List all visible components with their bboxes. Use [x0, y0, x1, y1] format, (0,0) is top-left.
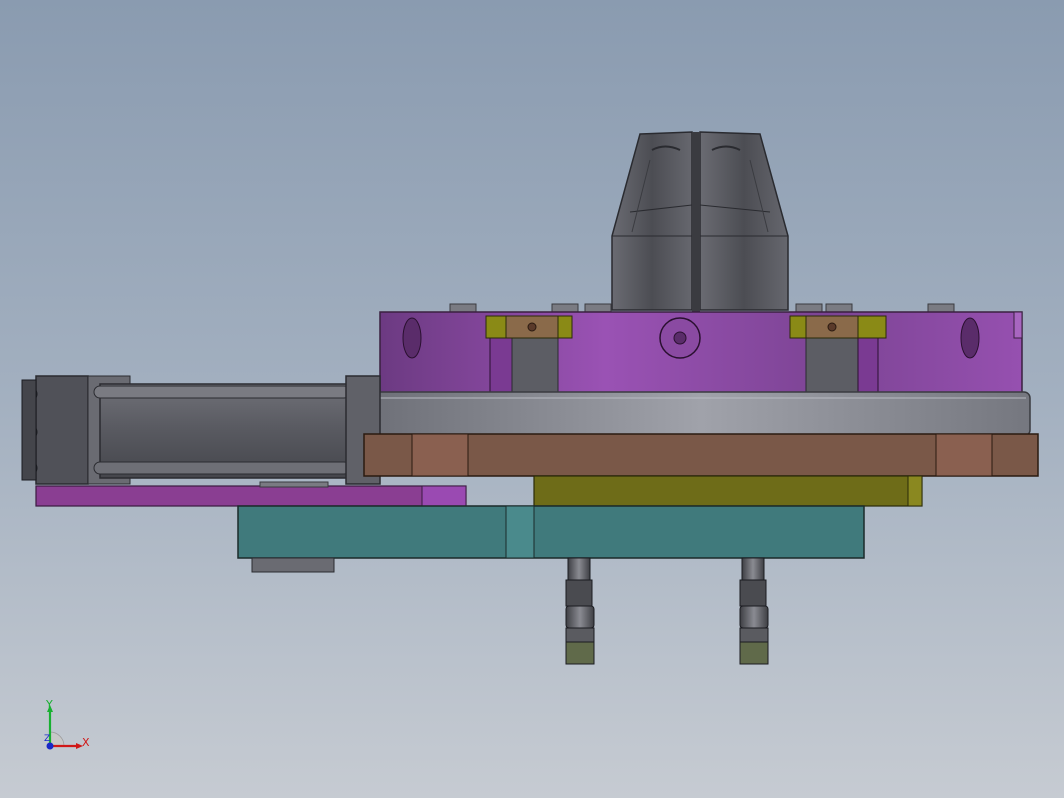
teal-base[interactable]	[237, 505, 865, 573]
locating-pin-left[interactable]	[565, 557, 595, 665]
coordinate-triad-icon	[46, 705, 83, 750]
graphics-viewport[interactable]: Y X Z	[0, 0, 1064, 798]
purple-base-strip[interactable]	[35, 481, 467, 507]
gray-ring[interactable]	[371, 391, 1031, 437]
olive-plate[interactable]	[533, 475, 923, 507]
purple-flange[interactable]	[379, 311, 1023, 397]
z-axis-label: Z	[44, 734, 51, 744]
pneumatic-cylinder[interactable]	[21, 375, 381, 485]
x-axis-label: X	[82, 736, 90, 749]
clamp-left[interactable]	[485, 315, 573, 339]
cad-assembly-model[interactable]	[0, 0, 1064, 798]
collet-chuck[interactable]	[611, 131, 789, 312]
locating-pin-right[interactable]	[739, 557, 769, 665]
brown-plate[interactable]	[363, 433, 1039, 477]
clamp-right[interactable]	[789, 315, 887, 339]
y-axis-label: Y	[46, 698, 53, 711]
